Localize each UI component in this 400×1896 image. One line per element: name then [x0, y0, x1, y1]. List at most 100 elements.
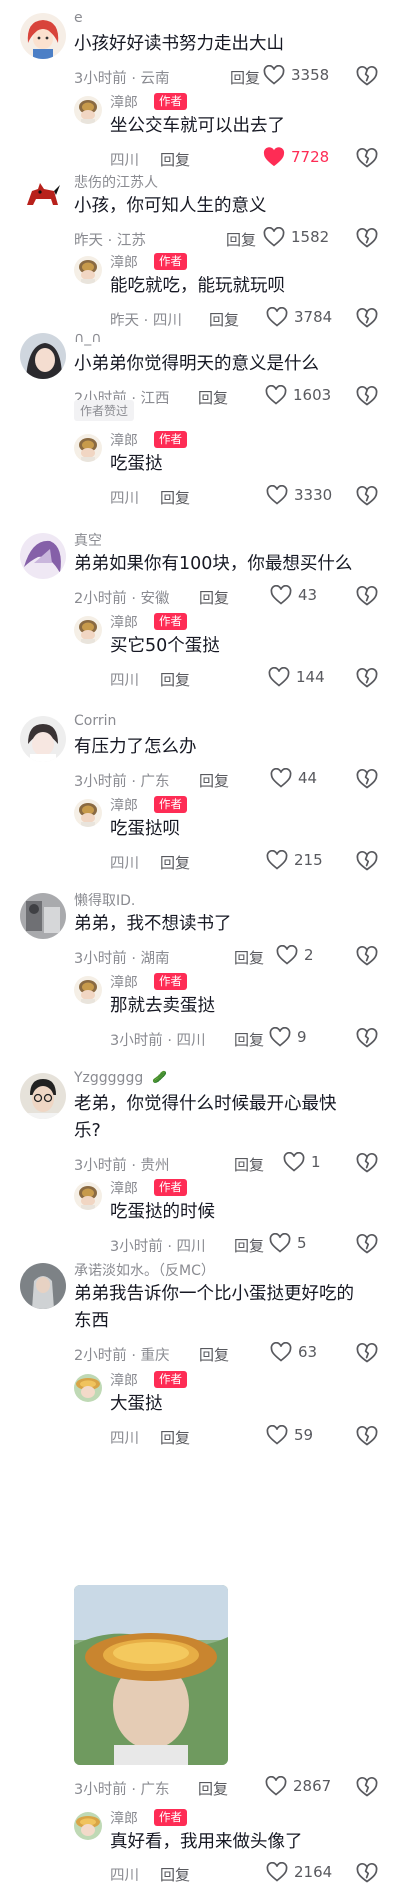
- reply-button[interactable]: 回复: [226, 229, 256, 250]
- avatar[interactable]: [74, 96, 102, 124]
- like-count: 44: [298, 769, 318, 787]
- comment-username[interactable]: Yzgggggg: [74, 1070, 143, 1086]
- reply-username[interactable]: 漳郎: [110, 612, 138, 632]
- avatar[interactable]: [74, 799, 102, 827]
- reply-button[interactable]: 回复: [199, 1344, 229, 1365]
- like-button[interactable]: 2164: [266, 1862, 332, 1882]
- broken-heart-dislike-icon[interactable]: [355, 384, 379, 408]
- reply-username[interactable]: 漳郎: [110, 1370, 138, 1390]
- broken-heart-dislike-icon[interactable]: [355, 1026, 379, 1050]
- reply-button[interactable]: 回复: [234, 947, 264, 968]
- avatar[interactable]: [20, 1073, 66, 1119]
- broken-heart-dislike-icon[interactable]: [355, 1775, 379, 1799]
- avatar[interactable]: [20, 13, 66, 59]
- reply-button[interactable]: 回复: [209, 309, 239, 330]
- like-button[interactable]: 1: [283, 1152, 321, 1172]
- like-button[interactable]: 7728: [263, 147, 329, 167]
- avatar[interactable]: [20, 533, 66, 579]
- reply-button[interactable]: 回复: [160, 669, 190, 690]
- reply-button[interactable]: 回复: [160, 852, 190, 873]
- comment-username[interactable]: Corrin: [74, 713, 116, 729]
- avatar[interactable]: [74, 1812, 102, 1840]
- reply-button[interactable]: 回复: [234, 1029, 264, 1050]
- reply-username[interactable]: 漳郎: [110, 252, 138, 272]
- avatar[interactable]: [20, 333, 66, 379]
- like-count: 215: [294, 851, 323, 869]
- reply-button[interactable]: 回复: [160, 149, 190, 170]
- reply-username[interactable]: 漳郎: [110, 1178, 138, 1198]
- author-tag: 作者: [154, 1809, 187, 1826]
- broken-heart-dislike-icon[interactable]: [355, 226, 379, 250]
- reply-button[interactable]: 回复: [234, 1235, 264, 1256]
- broken-heart-dislike-icon[interactable]: [355, 944, 379, 968]
- comment-username[interactable]: 真空: [74, 530, 102, 550]
- like-button[interactable]: 215: [266, 850, 323, 870]
- like-button[interactable]: 3330: [266, 485, 332, 505]
- broken-heart-dislike-icon[interactable]: [355, 849, 379, 873]
- reply-text: 坐公交车就可以出去了: [110, 116, 285, 136]
- reply-button[interactable]: 回复: [199, 770, 229, 791]
- comment-username[interactable]: ∩_∩: [74, 330, 102, 346]
- comment-time-location: 3小时前 · 湖南: [74, 951, 170, 967]
- reply-text: 买它50个蛋挞: [110, 636, 220, 656]
- reply-button[interactable]: 回复: [198, 1778, 228, 1799]
- avatar[interactable]: [20, 716, 66, 762]
- broken-heart-dislike-icon[interactable]: [355, 1424, 379, 1448]
- avatar[interactable]: [20, 175, 66, 221]
- reply-button[interactable]: 回复: [199, 587, 229, 608]
- reply-username[interactable]: 漳郎: [110, 795, 138, 815]
- broken-heart-dislike-icon[interactable]: [355, 1232, 379, 1256]
- like-button[interactable]: 43: [270, 585, 317, 605]
- comment-username[interactable]: 懒得取ID.: [74, 890, 135, 910]
- like-button[interactable]: 3358: [263, 65, 329, 85]
- like-button[interactable]: 2867: [265, 1776, 331, 1796]
- reply-button[interactable]: 回复: [230, 67, 260, 88]
- like-button[interactable]: 5: [269, 1233, 307, 1253]
- avatar[interactable]: [74, 1182, 102, 1210]
- reply-username[interactable]: 漳郎: [110, 972, 138, 992]
- broken-heart-dislike-icon[interactable]: [355, 484, 379, 508]
- comment-time-location: 四川: [110, 673, 139, 689]
- like-button[interactable]: 9: [269, 1027, 307, 1047]
- gray-photo-avatar: [20, 893, 66, 939]
- like-button[interactable]: 1582: [263, 227, 329, 247]
- avatar[interactable]: [74, 976, 102, 1004]
- child-with-egg-tart-hat-photo[interactable]: [74, 1585, 228, 1765]
- like-button[interactable]: 1603: [265, 385, 331, 405]
- like-button[interactable]: 3784: [266, 307, 332, 327]
- like-button[interactable]: 63: [270, 1342, 317, 1362]
- broken-heart-dislike-icon[interactable]: [355, 1151, 379, 1175]
- broken-heart-dislike-icon[interactable]: [355, 64, 379, 88]
- broken-heart-dislike-icon[interactable]: [355, 1861, 379, 1885]
- reply-username[interactable]: 漳郎: [110, 92, 138, 112]
- reply-button[interactable]: 回复: [160, 1864, 190, 1885]
- reply-button[interactable]: 回复: [160, 1427, 190, 1448]
- reply-text: 吃蛋挞: [110, 454, 163, 474]
- avatar[interactable]: [74, 616, 102, 644]
- like-count: 1582: [291, 228, 330, 246]
- broken-heart-dislike-icon[interactable]: [355, 767, 379, 791]
- comment-username[interactable]: 承诺淡如水。（反MC）: [74, 1260, 215, 1280]
- avatar[interactable]: [74, 256, 102, 284]
- like-button[interactable]: 59: [266, 1425, 313, 1445]
- reply-button[interactable]: 回复: [160, 487, 190, 508]
- avatar[interactable]: [20, 1263, 66, 1309]
- broken-heart-dislike-icon[interactable]: [355, 1341, 379, 1365]
- avatar[interactable]: [74, 1374, 102, 1402]
- like-button[interactable]: 44: [270, 768, 317, 788]
- reply-username[interactable]: 漳郎: [110, 1808, 138, 1828]
- comment-time-location: 3小时前 · 贵州: [74, 1158, 170, 1174]
- reply-username[interactable]: 漳郎: [110, 430, 138, 450]
- reply-button[interactable]: 回复: [198, 387, 228, 408]
- broken-heart-dislike-icon[interactable]: [355, 584, 379, 608]
- comment-username[interactable]: e: [74, 10, 83, 26]
- like-button[interactable]: 2: [276, 945, 314, 965]
- avatar[interactable]: [20, 893, 66, 939]
- comment-username[interactable]: 悲伤的江苏人: [74, 172, 158, 192]
- like-button[interactable]: 144: [268, 667, 325, 687]
- broken-heart-dislike-icon[interactable]: [355, 306, 379, 330]
- broken-heart-dislike-icon[interactable]: [355, 666, 379, 690]
- broken-heart-dislike-icon[interactable]: [355, 146, 379, 170]
- reply-button[interactable]: 回复: [234, 1154, 264, 1175]
- avatar[interactable]: [74, 434, 102, 462]
